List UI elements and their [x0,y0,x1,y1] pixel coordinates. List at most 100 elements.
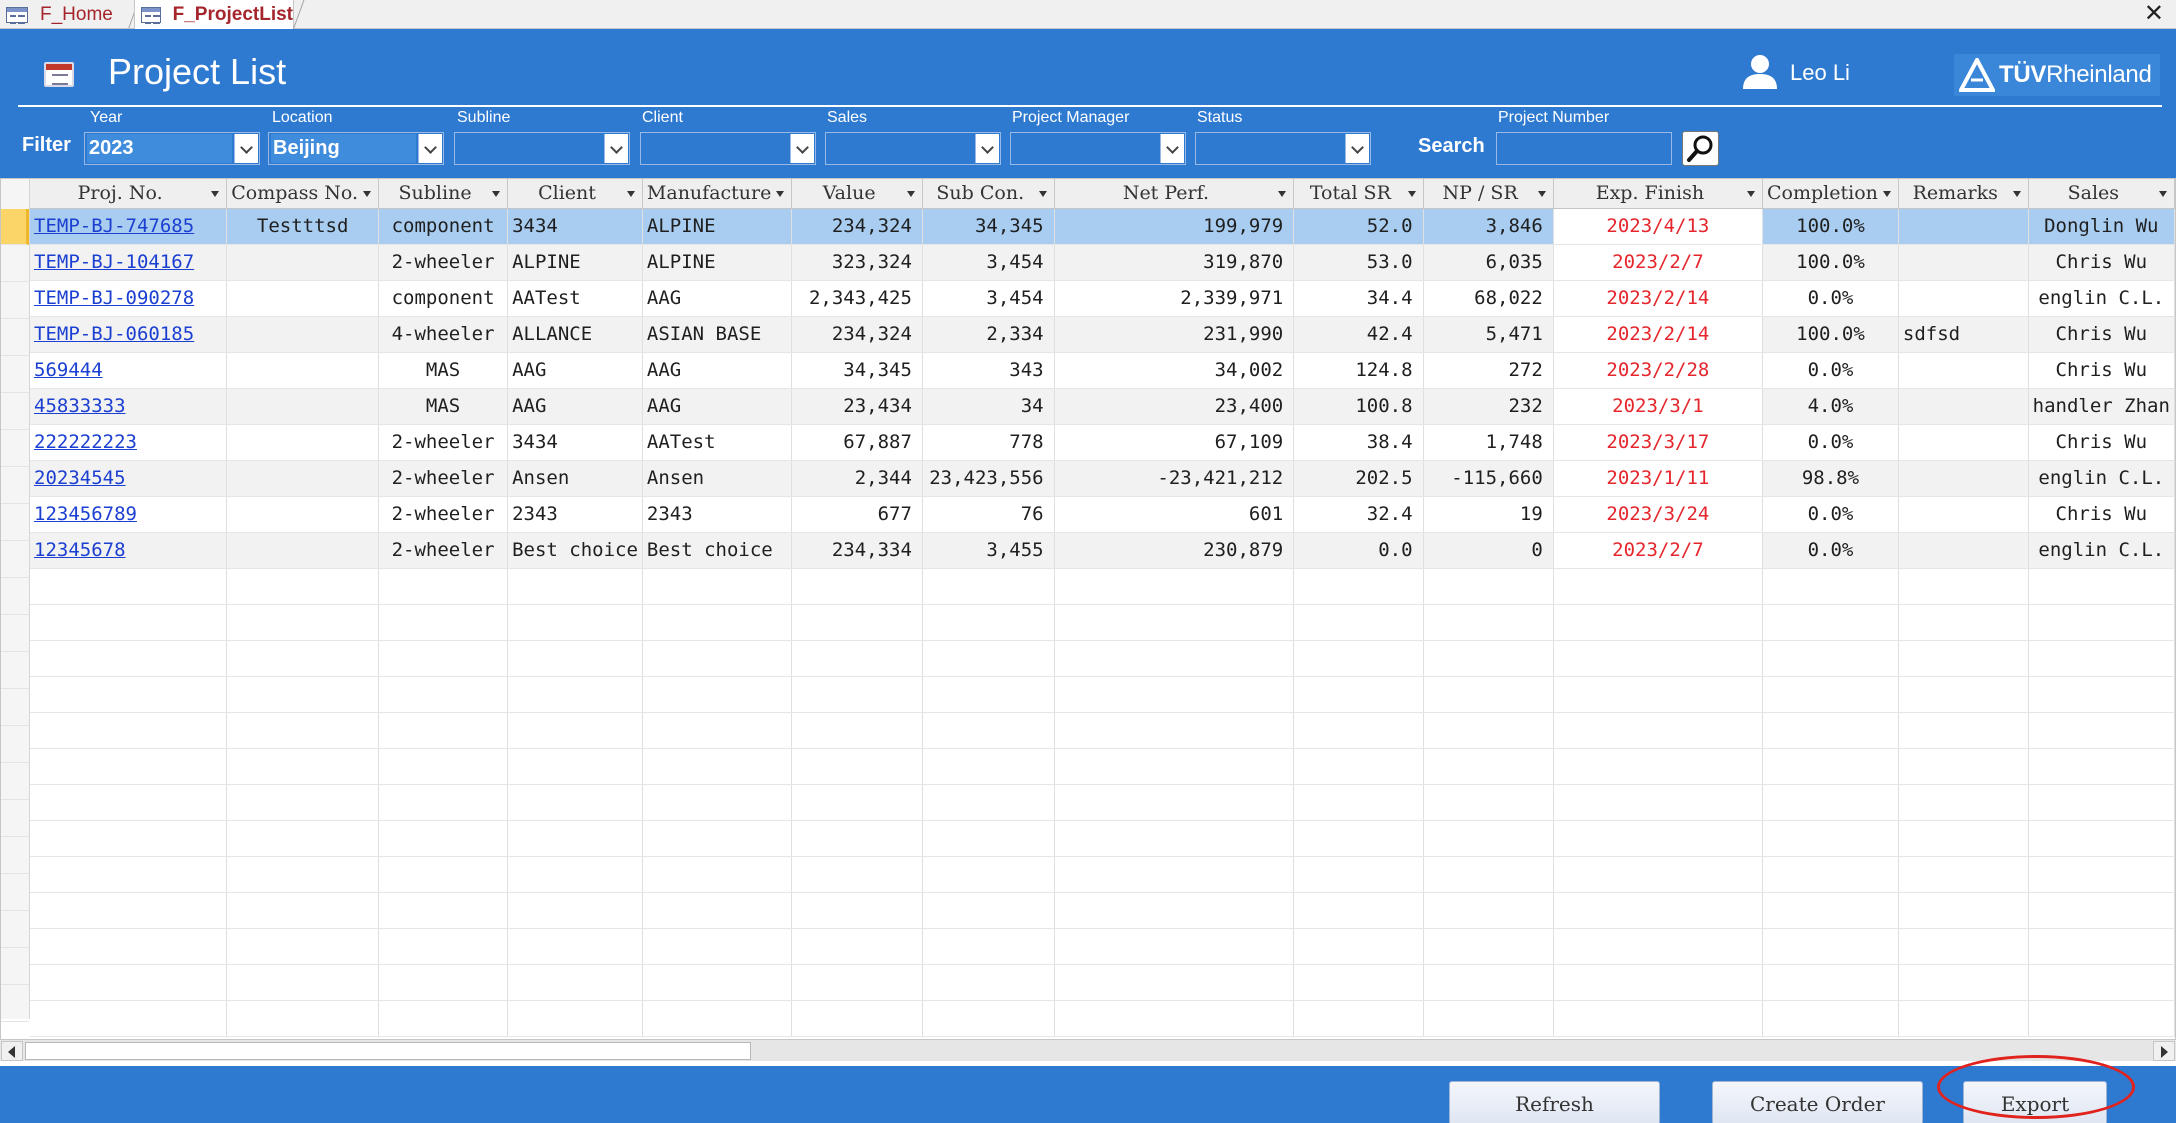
record-selector[interactable] [1,357,29,393]
record-selector[interactable] [1,542,29,578]
record-selector[interactable] [1,468,29,504]
column-header-value[interactable]: Value [791,179,923,209]
status-combo[interactable] [1195,132,1371,165]
table-row[interactable]: TEMP-BJ-104167 2-wheeler ALPINE ALPINE 323,3… [30,244,2175,281]
record-selector[interactable] [1,283,29,319]
cell-proj-no[interactable]: 222222223 [30,424,228,461]
record-selector[interactable] [1,875,29,911]
scroll-left-icon[interactable] [1,1041,23,1061]
project-number-input[interactable] [1496,132,1672,165]
empty-cell [1553,1000,1764,1037]
empty-cell [1423,820,1554,857]
chevron-down-icon[interactable] [975,134,999,163]
record-selector[interactable] [1,764,29,800]
cell-proj-no[interactable]: 45833333 [30,388,228,425]
scrollbar-thumb[interactable] [25,1042,751,1060]
cell-total-sr: 100.8 [1293,388,1424,425]
chevron-down-icon[interactable] [418,134,442,163]
chevron-down-icon[interactable] [790,134,814,163]
record-selector[interactable] [1,838,29,874]
column-header-sales[interactable]: Sales [2028,179,2175,209]
record-selector[interactable] [1,949,29,985]
cell-proj-no[interactable]: TEMP-BJ-060185 [30,316,228,353]
cell-proj-no[interactable]: 123456789 [30,496,228,533]
table-row[interactable]: 20234545 2-wheeler Ansen Ansen 2,344 23,423,5… [30,460,2175,497]
cell-proj-no[interactable]: 12345678 [30,532,228,569]
column-header-manufacture[interactable]: Manufacture [642,179,793,209]
table-row[interactable]: TEMP-BJ-090278 component AATest AAG 2,343,42… [30,280,2175,317]
cell-proj-no[interactable]: TEMP-BJ-104167 [30,244,228,281]
record-selector[interactable] [1,690,29,726]
form-footer: Refresh Create Order Export [0,1066,2176,1123]
column-header-remarks[interactable]: Remarks [1898,179,2029,209]
refresh-button[interactable]: Refresh [1449,1081,1660,1123]
record-selector[interactable] [1,801,29,837]
cell-proj-no[interactable]: 20234545 [30,460,228,497]
empty-cell [1762,964,1899,1001]
cell-proj-no[interactable]: TEMP-BJ-090278 [30,280,228,317]
record-selector[interactable] [1,579,29,615]
search-button[interactable] [1682,131,1719,166]
record-selector[interactable] [1,653,29,689]
close-icon[interactable]: ✕ [2144,0,2164,29]
record-selector[interactable] [1,394,29,430]
empty-cell [378,604,509,641]
cell-compass-no [226,244,380,281]
table-row[interactable]: 569444 MAS AAG AAG 34,345 343 34,002 124.8 272 20… [30,352,2175,389]
column-header-client[interactable]: Client [507,179,643,209]
chevron-down-icon[interactable] [234,134,258,163]
record-selector[interactable] [1,616,29,652]
cell-compass-no [226,460,380,497]
record-selector[interactable] [1,431,29,467]
column-header-sub-con[interactable]: Sub Con. [922,179,1055,209]
horizontal-scrollbar[interactable] [0,1039,2176,1061]
export-button[interactable]: Export [1963,1081,2107,1123]
table-row[interactable]: 123456789 2-wheeler 2343 2343 677 76 601 32.4 19… [30,496,2175,533]
tab-f-projectlist[interactable]: F_ProjectList [134,0,294,30]
cell-compass-no: Testttsd [226,208,380,245]
empty-row [30,604,2175,641]
record-selector[interactable] [1,505,29,541]
empty-cell [1293,892,1424,929]
create-order-button[interactable]: Create Order [1712,1081,1923,1123]
record-selector[interactable] [1,986,29,1022]
table-row[interactable]: TEMP-BJ-060185 4-wheeler ALLANCE ASIAN BASE… [30,316,2175,353]
sales-combo[interactable] [825,132,1001,165]
empty-cell [30,892,228,929]
cell-proj-no[interactable]: 569444 [30,352,228,389]
column-header-exp-finish[interactable]: Exp. Finish [1553,179,1764,209]
table-row[interactable]: 12345678 2-wheeler Best choice Best choice 2… [30,532,2175,569]
record-selector[interactable] [1,320,29,356]
chevron-down-icon[interactable] [1345,134,1369,163]
column-header-completion[interactable]: Completion [1762,179,1899,209]
column-header-net-perf[interactable]: Net Perf. [1054,179,1295,209]
record-selector[interactable] [1,246,29,282]
record-selector[interactable] [1,912,29,948]
table-row[interactable]: TEMP-BJ-747685 Testttsd component 3434 ALPIN… [30,208,2175,245]
project-manager-combo[interactable] [1010,132,1186,165]
client-combo[interactable] [640,132,816,165]
column-header-np-sr[interactable]: NP / SR [1423,179,1554,209]
chevron-down-icon[interactable] [604,134,628,163]
record-selector[interactable] [1,1023,29,1039]
cell-value: 67,887 [791,424,923,461]
year-combo[interactable]: 2023 [84,132,260,165]
scroll-right-icon[interactable] [2153,1041,2175,1061]
location-combo[interactable]: Beijing [268,132,444,165]
column-header-proj-no[interactable]: Proj. No. [30,179,228,209]
cell-total-sr: 32.4 [1293,496,1424,533]
column-header-total-sr[interactable]: Total SR [1293,179,1424,209]
column-header-compass-no[interactable]: Compass No. [226,179,380,209]
record-selector[interactable] [1,727,29,763]
cell-proj-no[interactable]: TEMP-BJ-747685 [30,208,228,245]
record-selector[interactable] [1,209,29,245]
empty-cell [922,784,1055,821]
chevron-down-icon[interactable] [1160,134,1184,163]
empty-cell [1423,676,1554,713]
subline-combo[interactable] [454,132,630,165]
column-header-subline[interactable]: Subline [378,179,509,209]
table-row[interactable]: 45833333 MAS AAG AAG 23,434 34 23,400 100.8 232 2… [30,388,2175,425]
table-row[interactable]: 222222223 2-wheeler 3434 AATest 67,887 778 67,… [30,424,2175,461]
empty-cell [1762,928,1899,965]
tab-f-home[interactable]: F_Home [6,0,130,29]
